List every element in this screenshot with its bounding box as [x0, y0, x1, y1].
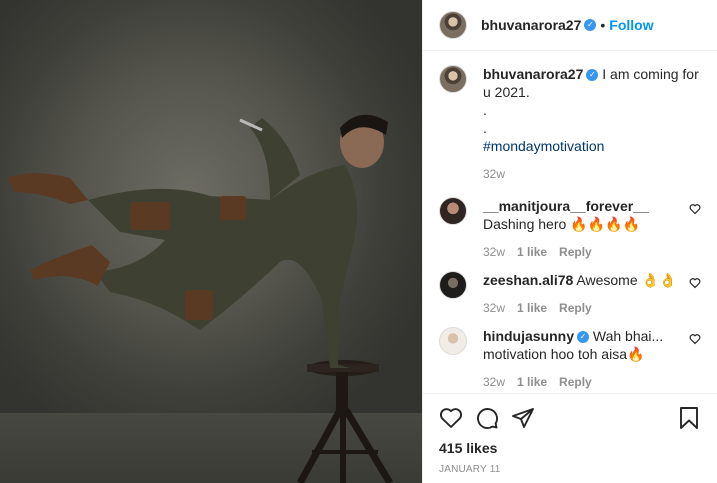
comment-body: Awesome 👌👌 — [576, 272, 677, 288]
comment-meta: 32w 1 like Reply — [483, 243, 679, 261]
caption-dot: . — [483, 102, 487, 118]
comment-age[interactable]: 32w — [483, 243, 505, 261]
comment-like-count[interactable]: 1 like — [517, 243, 547, 261]
hashtag-link[interactable]: #mondaymotivation — [483, 137, 701, 155]
commenter-username[interactable]: __manitjoura__forever__ — [483, 198, 649, 214]
header-user-block: bhuvanarora27 ✓ • Follow — [481, 17, 654, 33]
reply-button[interactable]: Reply — [559, 243, 592, 261]
comments-list[interactable]: bhuvanarora27 ✓ I am coming for u 2021. .… — [423, 51, 717, 393]
author-avatar[interactable] — [439, 11, 467, 39]
commenter-username[interactable]: zeeshan.ali78 — [483, 272, 573, 288]
caption: bhuvanarora27 ✓ I am coming for u 2021. .… — [439, 65, 701, 183]
reply-button[interactable]: Reply — [559, 299, 592, 317]
comment-item: zeeshan.ali78 Awesome 👌👌 32w 1 like Repl… — [439, 271, 701, 317]
comment-meta: 32w 1 like Reply — [483, 373, 679, 391]
caption-dot: . — [483, 120, 487, 136]
heart-icon[interactable] — [439, 406, 463, 430]
action-icons — [439, 400, 701, 436]
photo-figure — [8, 114, 393, 483]
post-sidebar: bhuvanarora27 ✓ • Follow bhuvanarora27 ✓ … — [422, 0, 717, 483]
comment-like-count[interactable]: 1 like — [517, 299, 547, 317]
header-separator-dot: • — [600, 17, 606, 33]
verified-badge-icon: ✓ — [586, 69, 599, 82]
comment-age[interactable]: 32w — [483, 299, 505, 317]
commenter-username[interactable]: hindujasunny — [483, 328, 574, 344]
caption-author-username[interactable]: bhuvanarora27 — [483, 66, 583, 82]
comment-icon[interactable] — [475, 406, 499, 430]
comment-text: __manitjoura__forever__ Dashing hero 🔥🔥🔥… — [483, 197, 679, 233]
bookmark-icon[interactable] — [677, 406, 701, 430]
reply-button[interactable]: Reply — [559, 373, 592, 391]
commenter-avatar[interactable] — [439, 327, 467, 355]
comment-heart-icon[interactable] — [689, 203, 701, 215]
commenter-avatar[interactable] — [439, 271, 467, 299]
post-header: bhuvanarora27 ✓ • Follow — [423, 0, 717, 51]
caption-age[interactable]: 32w — [483, 165, 505, 183]
caption-author-avatar[interactable] — [439, 65, 467, 93]
post-actions: 415 likes January 11 — [423, 393, 717, 483]
comment-meta: 32w 1 like Reply — [483, 299, 679, 317]
share-icon[interactable] — [511, 406, 535, 430]
comment-age[interactable]: 32w — [483, 373, 505, 391]
caption-meta: 32w — [483, 165, 701, 183]
comment-heart-icon[interactable] — [689, 333, 701, 345]
comment-item: __manitjoura__forever__ Dashing hero 🔥🔥🔥… — [439, 197, 701, 261]
caption-text: bhuvanarora27 ✓ I am coming for u 2021. — [483, 65, 701, 101]
comment-item: hindujasunny ✓ Wah bhai... motivation hoo… — [439, 327, 701, 391]
verified-badge-icon: ✓ — [584, 19, 597, 31]
post-photo[interactable] — [0, 0, 422, 483]
commenter-avatar[interactable] — [439, 197, 467, 225]
like-count[interactable]: 415 likes — [439, 440, 701, 456]
follow-button[interactable]: Follow — [609, 17, 653, 33]
comment-like-count[interactable]: 1 like — [517, 373, 547, 391]
post-date[interactable]: January 11 — [439, 464, 701, 475]
author-username[interactable]: bhuvanarora27 — [481, 17, 581, 33]
comment-text: hindujasunny ✓ Wah bhai... motivation hoo… — [483, 327, 679, 363]
comment-heart-icon[interactable] — [689, 277, 701, 289]
comment-body: Dashing hero 🔥🔥🔥🔥 — [483, 216, 640, 232]
comment-text: zeeshan.ali78 Awesome 👌👌 — [483, 271, 679, 289]
verified-badge-icon: ✓ — [577, 331, 589, 344]
instagram-post: bhuvanarora27 ✓ • Follow bhuvanarora27 ✓ … — [0, 0, 717, 483]
